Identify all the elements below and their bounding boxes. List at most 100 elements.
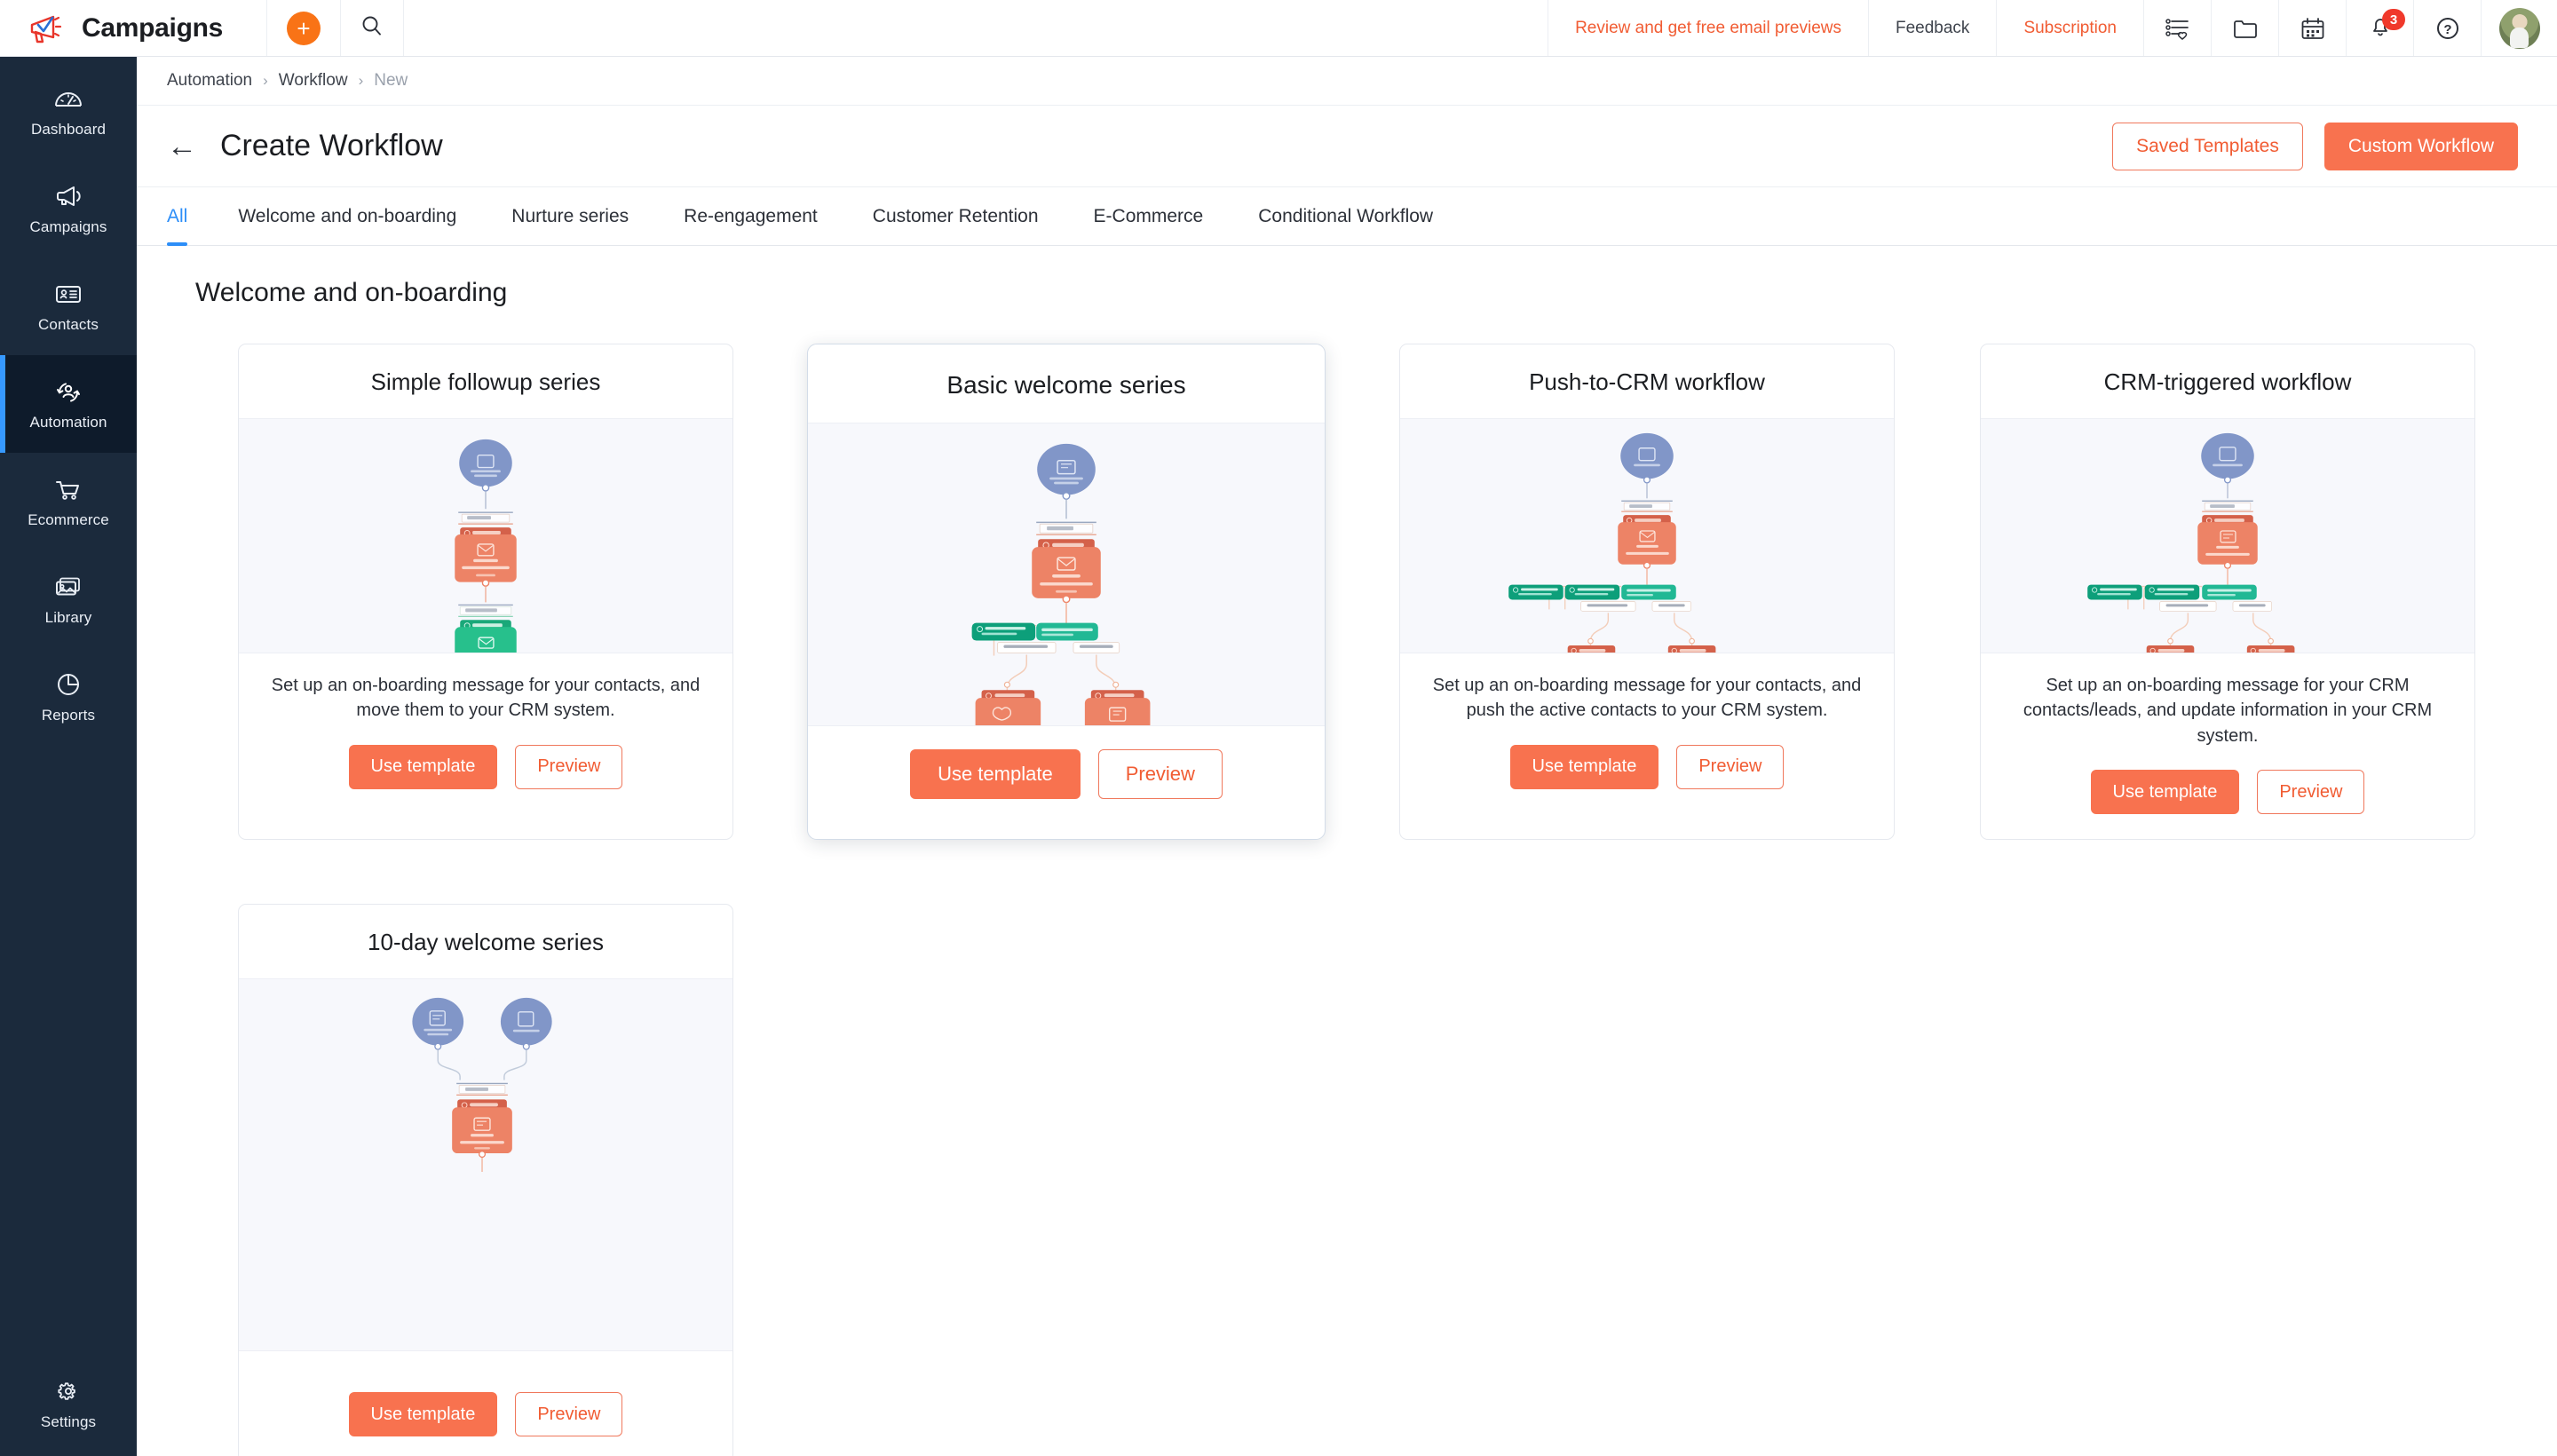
sidebar-item-label: Automation xyxy=(29,413,107,431)
notification-badge: 3 xyxy=(2382,9,2405,30)
sidebar-item-label: Dashboard xyxy=(30,120,107,138)
pie-chart-icon xyxy=(52,670,84,699)
megaphone-icon xyxy=(52,182,84,210)
breadcrumb-separator: › xyxy=(358,72,364,89)
template-card-actions: Use template Preview xyxy=(1400,724,1894,814)
simple-followup-diagram xyxy=(239,418,732,653)
gear-icon xyxy=(52,1377,84,1405)
sidebar-item-campaigns[interactable]: Campaigns xyxy=(0,160,137,257)
arrow-left-icon[interactable]: ← xyxy=(167,131,197,162)
sidebar-bottom: Settings xyxy=(0,1351,137,1456)
preview-button[interactable]: Preview xyxy=(515,744,623,789)
preview-button[interactable]: Preview xyxy=(1676,744,1785,789)
automation-icon xyxy=(52,377,84,406)
cart-icon xyxy=(52,475,84,503)
tab-e-commerce[interactable]: E-Commerce xyxy=(1066,187,1231,245)
page-header: ← Create Workflow Saved Templates Custom… xyxy=(137,106,2557,187)
sidebar-item-label: Contacts xyxy=(38,315,99,333)
template-card-actions: Use template Preview xyxy=(1981,748,2474,839)
tab-conditional-workflow[interactable]: Conditional Workflow xyxy=(1231,187,1461,245)
sidebar-item-label: Library xyxy=(44,608,92,626)
template-card-slot: 10-day welcome series Use template Previ… xyxy=(195,904,776,1456)
brand[interactable]: Campaigns xyxy=(0,0,266,56)
ten-day-welcome-diagram xyxy=(239,978,732,1352)
template-card-10-day-welcome-series[interactable]: 10-day welcome series Use template Previ… xyxy=(238,904,733,1456)
list-heart-icon[interactable] xyxy=(2143,0,2211,56)
crm-triggered-diagram xyxy=(1981,418,2474,653)
breadcrumb-item-automation[interactable]: Automation xyxy=(167,71,252,91)
megaphone-logo-icon xyxy=(27,12,66,44)
template-card-push-to-crm-workflow[interactable]: Push-to-CRM workflow Set up an on-boardi… xyxy=(1399,344,1895,841)
tab-customer-retention[interactable]: Customer Retention xyxy=(845,187,1066,245)
search-button-cell[interactable] xyxy=(340,0,403,56)
template-card-title: Push-to-CRM workflow xyxy=(1529,368,1765,395)
template-card-description xyxy=(239,1351,732,1371)
template-card-description: Set up an on-boarding message for your C… xyxy=(2023,676,2433,746)
use-template-button[interactable]: Use template xyxy=(910,749,1081,799)
avatar xyxy=(2498,7,2540,49)
use-template-button[interactable]: Use template xyxy=(2090,770,2240,815)
topbar-spacer xyxy=(403,0,1548,56)
gauge-icon xyxy=(52,84,84,113)
sidebar-item-ecommerce[interactable]: Ecommerce xyxy=(0,453,137,550)
brand-name: Campaigns xyxy=(82,12,224,43)
sidebar-nav: Dashboard Campaigns Contacts Automation … xyxy=(0,57,137,746)
feedback-link[interactable]: Feedback xyxy=(1867,0,1996,56)
template-card-description: Set up an on-boarding message for your c… xyxy=(271,676,701,721)
sidebar: Dashboard Campaigns Contacts Automation … xyxy=(0,57,137,1456)
template-card-slot: Push-to-CRM workflow Set up an on-boardi… xyxy=(1357,344,1937,841)
folder-icon[interactable] xyxy=(2211,0,2278,56)
tab-re-engagement[interactable]: Re-engagement xyxy=(656,187,845,245)
preview-button[interactable]: Preview xyxy=(2257,770,2365,815)
template-card-basic-welcome-series[interactable]: Basic welcome series Use template Previe… xyxy=(807,344,1326,841)
template-card-actions: Use template Preview xyxy=(239,724,732,814)
section-title: Welcome and on-boarding xyxy=(195,278,508,307)
template-card-actions: Use template Preview xyxy=(808,726,1325,826)
template-gallery: Welcome and on-boarding Simple followup … xyxy=(137,246,2557,1456)
category-tabs: All Welcome and on-boarding Nurture seri… xyxy=(137,187,2557,246)
sidebar-item-dashboard[interactable]: Dashboard xyxy=(0,62,137,160)
custom-workflow-button[interactable]: Custom Workflow xyxy=(2323,122,2518,170)
sidebar-item-reports[interactable]: Reports xyxy=(0,648,137,746)
page-title: Create Workflow xyxy=(220,129,443,162)
template-card-title: CRM-triggered workflow xyxy=(2103,368,2352,395)
search-icon[interactable] xyxy=(360,14,384,42)
sidebar-item-library[interactable]: Library xyxy=(0,550,137,648)
tab-welcome-and-on-boarding[interactable]: Welcome and on-boarding xyxy=(210,187,484,245)
preview-button[interactable]: Preview xyxy=(1097,749,1223,799)
review-previews-link[interactable]: Review and get free email previews xyxy=(1548,0,1868,56)
template-card-actions: Use template Preview xyxy=(239,1371,732,1456)
sidebar-item-automation[interactable]: Automation xyxy=(0,355,137,453)
sidebar-item-contacts[interactable]: Contacts xyxy=(0,257,137,355)
add-button-cell[interactable]: + xyxy=(266,0,340,56)
notifications-button[interactable]: 3 xyxy=(2346,0,2413,56)
template-card-slot: Simple followup series Set up an on-boar… xyxy=(195,344,776,841)
use-template-button[interactable]: Use template xyxy=(1509,744,1659,789)
contact-card-icon xyxy=(52,280,84,308)
calendar-icon[interactable] xyxy=(2278,0,2346,56)
template-card-title: Basic welcome series xyxy=(946,371,1186,399)
sidebar-item-label: Ecommerce xyxy=(28,510,109,528)
preview-button[interactable]: Preview xyxy=(515,1392,623,1437)
saved-templates-button[interactable]: Saved Templates xyxy=(2112,122,2303,170)
template-card-slot: CRM-triggered workflow Set up an on-boar… xyxy=(1937,344,2518,841)
subscription-link[interactable]: Subscription xyxy=(1996,0,2143,56)
breadcrumb-item-workflow[interactable]: Workflow xyxy=(279,71,348,91)
breadcrumb-current: New xyxy=(374,71,408,90)
use-template-button[interactable]: Use template xyxy=(348,744,498,789)
help-circle-icon[interactable]: ? xyxy=(2413,0,2481,56)
template-card-slot: Basic welcome series Use template Previe… xyxy=(776,344,1357,841)
template-card-crm-triggered-workflow[interactable]: CRM-triggered workflow Set up an on-boar… xyxy=(1980,344,2475,841)
sidebar-item-settings[interactable]: Settings xyxy=(0,1351,137,1456)
template-card-simple-followup-series[interactable]: Simple followup series Set up an on-boar… xyxy=(238,344,733,841)
use-template-button[interactable]: Use template xyxy=(348,1392,498,1437)
push-to-crm-diagram xyxy=(1400,418,1894,653)
sidebar-item-label: Campaigns xyxy=(29,218,107,235)
basic-welcome-diagram xyxy=(808,423,1325,726)
plus-icon[interactable]: + xyxy=(287,11,321,45)
sidebar-item-label: Reports xyxy=(41,706,96,724)
tab-all[interactable]: All xyxy=(167,187,210,246)
user-menu[interactable] xyxy=(2481,0,2557,56)
tab-nurture-series[interactable]: Nurture series xyxy=(484,187,656,245)
template-card-title: 10-day welcome series xyxy=(368,929,604,956)
